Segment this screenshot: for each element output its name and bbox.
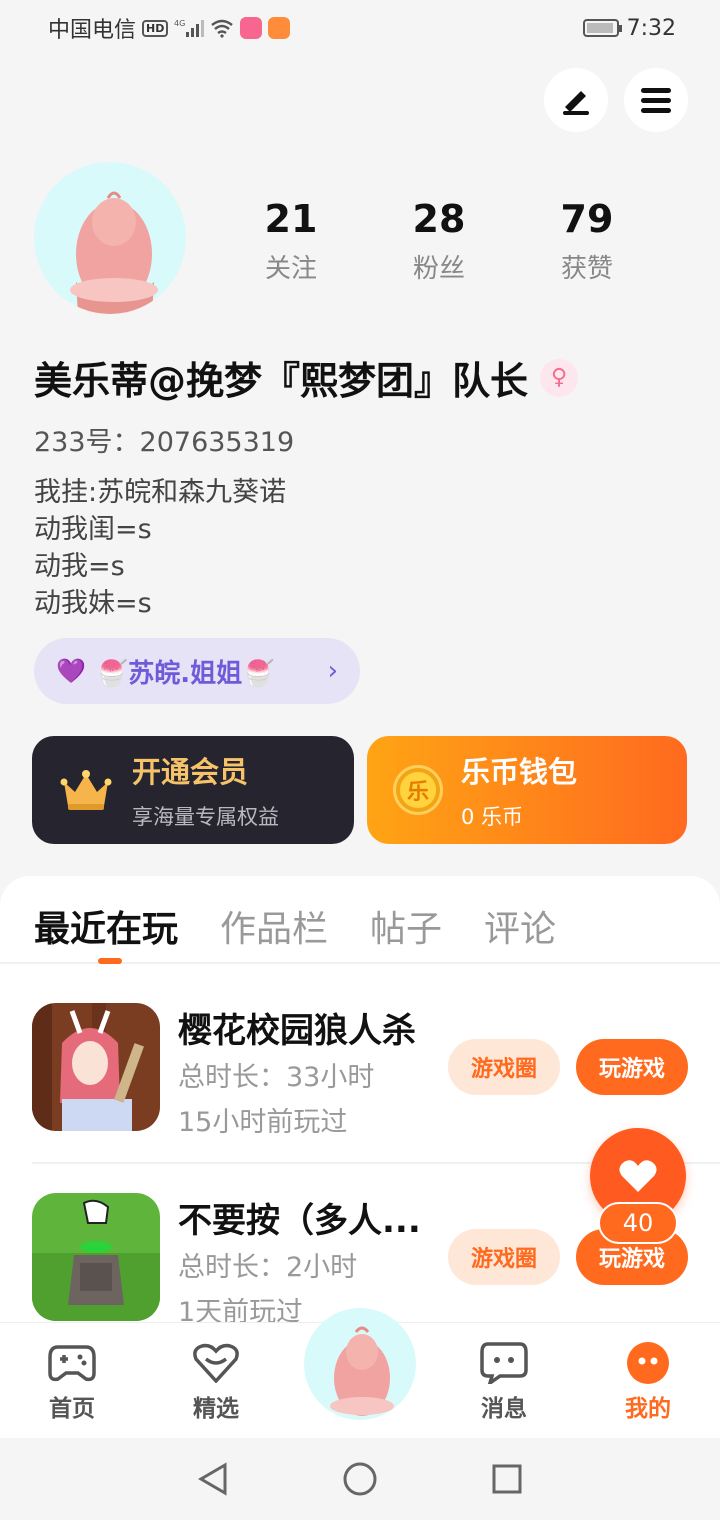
tab-bar: 最近在玩 作品栏 帖子 评论 [0, 876, 720, 964]
menu-button[interactable] [624, 68, 688, 132]
game-icon-sakura-school[interactable] [32, 1003, 160, 1131]
content-panel: 最近在玩 作品栏 帖子 评论 樱花校园狼人杀 总时长：33小时 15小时前玩过 … [0, 876, 720, 1336]
coin-wallet-card[interactable]: 乐 乐币钱包 0 乐币 [367, 736, 687, 844]
stat-following[interactable]: 21 关注 [236, 196, 346, 285]
bio-line: 动我闺=s [34, 514, 152, 545]
edit-profile-button[interactable] [544, 68, 608, 132]
vip-subtitle: 享海量专属权益 [132, 805, 279, 829]
tab-active-indicator [98, 958, 122, 964]
vip-text: 开通会员 享海量专属权益 [132, 749, 279, 831]
couple-name: 🍧苏皖.姐姐🍧 [95, 658, 275, 689]
bio-line: 动我妹=s [34, 588, 152, 619]
bio-line: 动我=s [34, 551, 125, 582]
stat-label: 粉丝 [412, 254, 465, 284]
status-right: 7:32 [582, 15, 676, 41]
game-name: 不要按（多人... [178, 1201, 421, 1241]
stat-likes[interactable]: 79 获赞 [532, 196, 642, 285]
stat-label: 获赞 [560, 254, 613, 284]
tab-works[interactable]: 作品栏 [220, 900, 328, 962]
wallet-title: 乐币钱包 [461, 755, 578, 789]
like-count-badge: 40 [598, 1202, 678, 1244]
game-icon-dont-press[interactable] [32, 1193, 160, 1321]
stat-value: 21 [264, 197, 318, 241]
vip-membership-card[interactable]: 开通会员 享海量专属权益 [32, 736, 354, 844]
nav-item-home[interactable]: 首页 [22, 1341, 122, 1423]
message-icon [479, 1341, 529, 1385]
tab-comments[interactable]: 评论 [484, 900, 556, 962]
nav-item-featured[interactable]: 精选 [166, 1341, 266, 1423]
stat-value: 28 [412, 197, 466, 241]
username: 美乐蒂@挽梦『熙梦团』队长 [34, 359, 529, 403]
vip-title: 开通会员 [132, 755, 249, 789]
center-avatar-button[interactable] [304, 1308, 416, 1420]
game-name: 樱花校园狼人杀 [178, 1011, 416, 1051]
heart-chat-icon [191, 1341, 241, 1385]
nav-label: 首页 [49, 1396, 95, 1422]
heart-icon [619, 1160, 657, 1192]
status-left: 中国电信 HD 4G [48, 12, 291, 44]
crown-icon [58, 762, 114, 818]
game-total-time: 总时长：33小时 [178, 1062, 375, 1093]
avatar-image [70, 191, 158, 314]
avatar[interactable] [34, 162, 186, 314]
stat-fans[interactable]: 28 粉丝 [384, 196, 494, 285]
username-row: 美乐蒂@挽梦『熙梦团』队长 ♀ [34, 350, 579, 405]
wallet-balance: 0 乐币 [461, 805, 524, 829]
clock: 7:32 [626, 15, 676, 41]
coin-icon: 乐 [393, 765, 443, 815]
game-total-time: 总时长：2小时 [178, 1252, 358, 1283]
home-icon[interactable] [342, 1461, 378, 1497]
gamepad-icon [47, 1341, 97, 1385]
battery-icon [582, 19, 622, 37]
double-heart-icon: 💜 [56, 657, 86, 685]
app-notification-icon [240, 17, 263, 39]
hamburger-icon [641, 83, 671, 118]
chevron-right-icon: › [327, 656, 338, 686]
nav-label: 消息 [481, 1396, 527, 1422]
pencil-icon [563, 91, 589, 115]
nav-item-messages[interactable]: 消息 [454, 1341, 554, 1423]
hd-icon: HD [142, 19, 169, 37]
stat-value: 79 [560, 197, 614, 241]
game-circle-button[interactable]: 游戏圈 [448, 1039, 560, 1095]
status-bar: 中国电信 HD 4G 7:32 [0, 0, 720, 56]
female-gender-icon: ♀ [540, 358, 579, 397]
video-app-icon [268, 17, 291, 39]
couple-relation-pill[interactable]: 💜 🍧苏皖.姐姐🍧 › [34, 638, 360, 704]
svg-text:4G: 4G [174, 19, 185, 28]
bio: 我挂:苏皖和森九葵诺 动我闺=s 动我=s 动我妹=s [34, 474, 286, 622]
system-navigation-bar [0, 1438, 720, 1520]
game-circle-button[interactable]: 游戏圈 [448, 1229, 560, 1285]
recents-icon[interactable] [491, 1463, 523, 1495]
carrier-label: 中国电信 [48, 18, 137, 43]
signal-icon: 4G [174, 18, 205, 38]
user-id: 233号：207635319 [34, 427, 295, 458]
stat-label: 关注 [264, 254, 317, 284]
back-icon[interactable] [197, 1462, 229, 1496]
tab-posts[interactable]: 帖子 [370, 900, 442, 962]
nav-item-me[interactable]: 我的 [598, 1341, 698, 1423]
nav-label: 我的 [625, 1396, 671, 1422]
game-last-played: 15小时前玩过 [178, 1107, 348, 1138]
wifi-icon [210, 18, 234, 38]
profile-face-icon [623, 1341, 673, 1385]
tab-recently-played[interactable]: 最近在玩 [34, 900, 178, 962]
center-avatar-image [330, 1326, 394, 1416]
play-game-button[interactable]: 玩游戏 [576, 1039, 688, 1095]
nav-label: 精选 [193, 1396, 239, 1422]
bio-line: 我挂:苏皖和森九葵诺 [34, 477, 287, 508]
wallet-text: 乐币钱包 0 乐币 [461, 749, 577, 831]
game-list-item[interactable]: 樱花校园狼人杀 总时长：33小时 15小时前玩过 游戏圈 玩游戏 [32, 1003, 688, 1138]
